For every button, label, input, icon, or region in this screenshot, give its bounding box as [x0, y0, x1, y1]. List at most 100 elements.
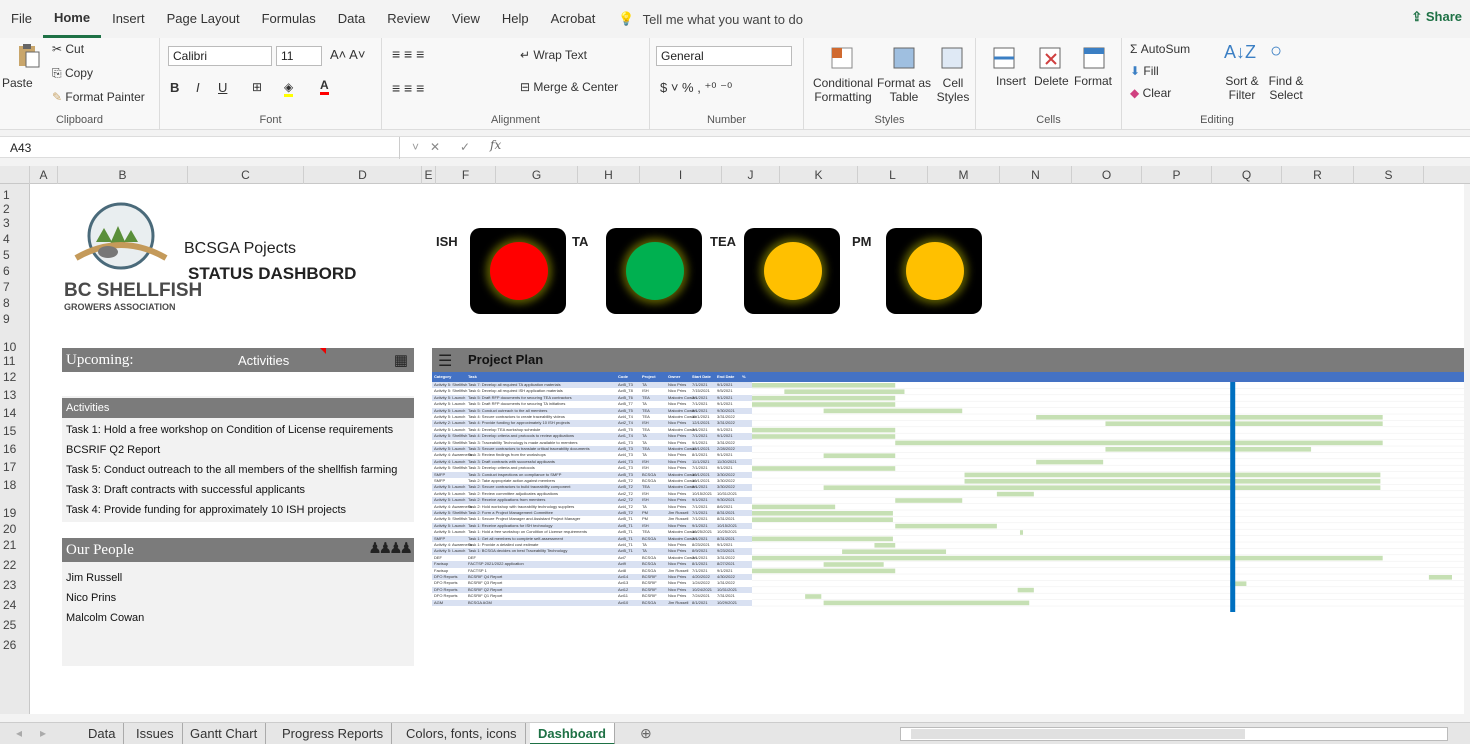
column-header-k[interactable]: K — [780, 166, 858, 184]
column-header-e[interactable]: E — [422, 166, 436, 184]
format-as-table-button[interactable]: Format as Table — [876, 76, 932, 104]
row-header-2[interactable]: 2 — [0, 202, 30, 216]
row-header-6[interactable]: 6 — [0, 264, 30, 278]
cancel-icon[interactable]: ✕ — [430, 140, 440, 154]
underline-button[interactable]: U — [218, 80, 227, 95]
tab-scroll-right-icon[interactable]: ▸ — [40, 726, 46, 740]
fill-button[interactable]: ⬇ Fill — [1130, 64, 1159, 78]
conditional-formatting-icon[interactable] — [828, 44, 856, 72]
cell-styles-icon[interactable] — [938, 44, 966, 72]
align-left-icon[interactable]: ≡ ≡ ≡ — [392, 80, 424, 96]
sheet-tab-dashboard[interactable]: Dashboard — [530, 723, 615, 744]
font-size-select[interactable]: 11 — [276, 46, 322, 66]
row-header-17[interactable]: 17 — [0, 460, 30, 474]
sheet-tab-colors-fonts-icons[interactable]: Colors, fonts, icons — [398, 723, 526, 744]
cut-button[interactable]: ✂ Cut — [52, 42, 84, 56]
paste-icon[interactable] — [14, 42, 42, 70]
sheet-tab-data[interactable]: Data — [80, 723, 125, 744]
sort-filter-button[interactable]: Sort & Filter — [1218, 74, 1266, 102]
column-header-j[interactable]: J — [722, 166, 780, 184]
row-header-3[interactable]: 3 — [0, 216, 30, 230]
row-header-10[interactable]: 10 — [0, 340, 30, 354]
row-header-20[interactable]: 20 — [0, 522, 30, 536]
name-box-dropdown-icon[interactable]: ˅ — [412, 140, 419, 154]
gantt-row[interactable]: AGM BCSGA AGM Act10 BCSGA Jim Russell 8/1/202… — [432, 599, 752, 606]
cell-styles-button[interactable]: Cell Styles — [934, 76, 972, 104]
sheet-tab-gantt-chart[interactable]: Gantt Chart — [182, 723, 267, 744]
insert-cells-icon[interactable] — [990, 44, 1018, 72]
column-header-n[interactable]: N — [1000, 166, 1072, 184]
enter-icon[interactable]: ✓ — [460, 140, 470, 154]
name-box[interactable]: A43 — [0, 137, 400, 159]
row-header-16[interactable]: 16 — [0, 442, 30, 456]
clear-button[interactable]: ◆ Clear — [1130, 86, 1171, 100]
delete-button[interactable]: Delete — [1034, 74, 1069, 88]
menu-tab-view[interactable]: View — [441, 0, 491, 38]
tab-scroll-left-icon[interactable]: ◂ — [16, 726, 22, 740]
row-header-13[interactable]: 13 — [0, 388, 30, 402]
upcoming-filter-cell[interactable]: Activities — [238, 353, 289, 368]
italic-button[interactable]: I — [196, 80, 200, 95]
sort-icon[interactable]: A↓Z — [1224, 42, 1256, 63]
sheet-tab-progress-reports[interactable]: Progress Reports — [274, 723, 393, 744]
tell-me-box[interactable]: 💡 Tell me what you want to do — [618, 11, 803, 27]
column-header-d[interactable]: D — [304, 166, 422, 184]
currency-icon[interactable]: $ ˅ % , ⁺⁰ ⁻⁰ — [660, 80, 732, 96]
conditional-formatting-button[interactable]: Conditional Formatting — [810, 76, 876, 104]
column-header-o[interactable]: O — [1072, 166, 1142, 184]
row-header-12[interactable]: 12 — [0, 370, 30, 384]
menu-tab-home[interactable]: Home — [42, 0, 102, 38]
menu-tab-acrobat[interactable]: Acrobat — [540, 0, 607, 38]
row-header-26[interactable]: 26 — [0, 638, 30, 652]
number-format-select[interactable]: General — [656, 46, 792, 66]
grow-font-button[interactable]: A˄ A˅ — [330, 47, 365, 62]
row-header-7[interactable]: 7 — [0, 280, 30, 294]
menu-tab-file[interactable]: File — [0, 0, 43, 38]
column-header-r[interactable]: R — [1282, 166, 1354, 184]
row-header-14[interactable]: 14 — [0, 406, 30, 420]
column-header-i[interactable]: I — [640, 166, 722, 184]
column-header-b[interactable]: B — [58, 166, 188, 184]
row-header-18[interactable]: 18 — [0, 478, 30, 492]
row-header-8[interactable]: 8 — [0, 296, 30, 310]
column-header-g[interactable]: G — [496, 166, 578, 184]
comment-indicator-icon[interactable] — [320, 348, 326, 354]
row-header-21[interactable]: 21 — [0, 538, 30, 552]
column-header-a[interactable]: A — [30, 166, 58, 184]
format-button[interactable]: Format — [1074, 74, 1112, 88]
add-sheet-icon[interactable]: ⊕ — [640, 725, 652, 742]
row-header-5[interactable]: 5 — [0, 248, 30, 262]
row-header-15[interactable]: 15 — [0, 424, 30, 438]
worksheet[interactable]: BC SHELLFISH GROWERS ASSOCIATION BCSGA P… — [30, 184, 1464, 714]
column-header-m[interactable]: M — [928, 166, 1000, 184]
autosum-button[interactable]: Σ AutoSum — [1130, 42, 1190, 56]
paste-button[interactable]: Paste — [2, 76, 33, 90]
row-header-11[interactable]: 11 — [0, 354, 30, 368]
menu-tab-formulas[interactable]: Formulas — [251, 0, 327, 38]
row-header-22[interactable]: 22 — [0, 558, 30, 572]
column-header-l[interactable]: L — [858, 166, 928, 184]
delete-cells-icon[interactable] — [1036, 44, 1064, 72]
function-icon[interactable]: fx — [490, 138, 501, 152]
select-all-corner[interactable] — [0, 166, 30, 184]
bold-button[interactable]: B — [170, 80, 179, 95]
share-button[interactable]: ⇪ Share — [1411, 9, 1462, 25]
column-header-s[interactable]: S — [1354, 166, 1424, 184]
row-header-23[interactable]: 23 — [0, 578, 30, 592]
font-name-select[interactable]: Calibri — [168, 46, 272, 66]
wrap-text-button[interactable]: ↵ Wrap Text — [520, 48, 587, 62]
menu-tab-insert[interactable]: Insert — [101, 0, 156, 38]
menu-tab-data[interactable]: Data — [327, 0, 376, 38]
column-header-p[interactable]: P — [1142, 166, 1212, 184]
insert-button[interactable]: Insert — [996, 74, 1026, 88]
font-color-icon[interactable]: A — [320, 78, 329, 95]
align-top-icon[interactable]: ≡ ≡ ≡ — [392, 46, 424, 62]
sheet-tab-issues[interactable]: Issues — [128, 723, 183, 744]
formula-input[interactable] — [538, 139, 1458, 156]
menu-tab-review[interactable]: Review — [376, 0, 441, 38]
format-cells-icon[interactable] — [1080, 44, 1108, 72]
column-header-c[interactable]: C — [188, 166, 304, 184]
border-icon[interactable]: ⊞ — [252, 80, 262, 94]
row-header-25[interactable]: 25 — [0, 618, 30, 632]
row-header-9[interactable]: 9 — [0, 312, 30, 326]
